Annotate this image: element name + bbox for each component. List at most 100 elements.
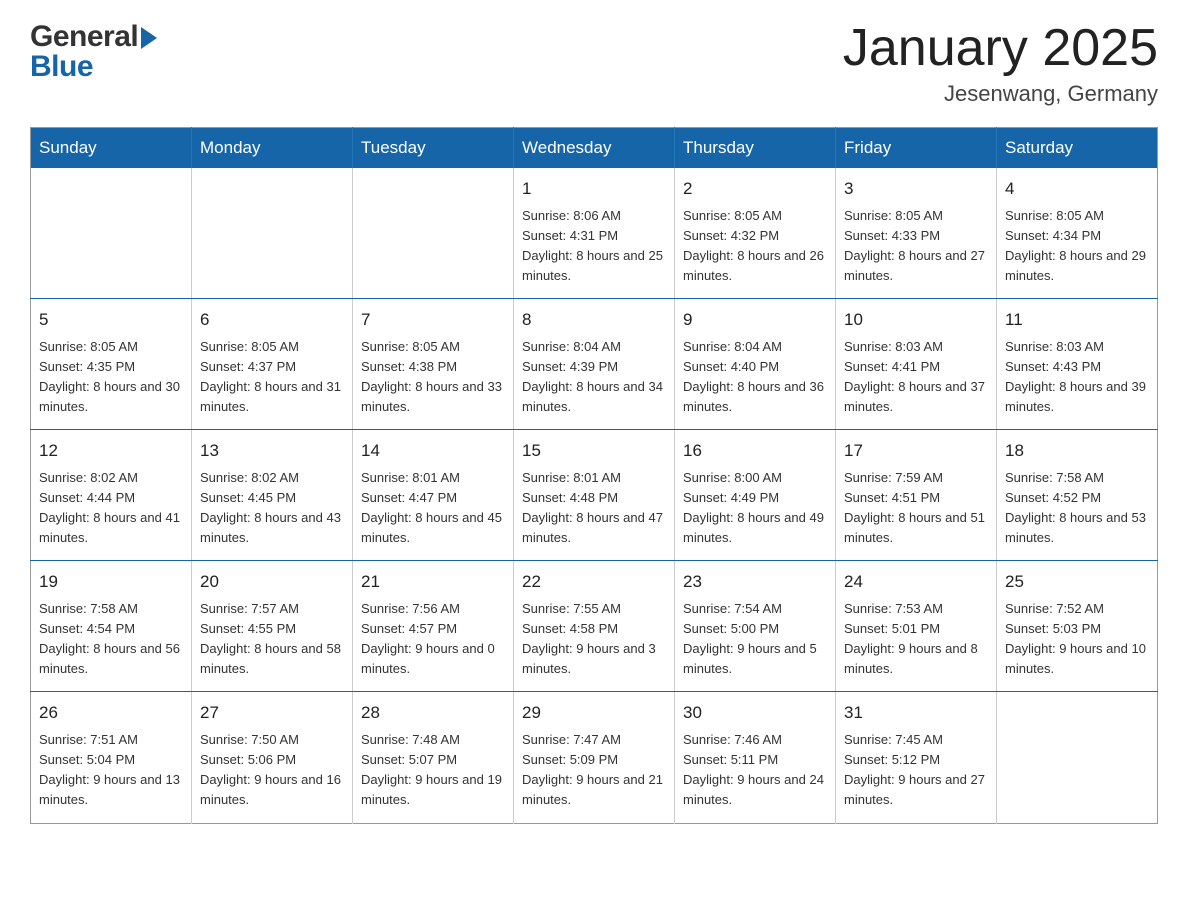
- day-number: 1: [522, 176, 666, 202]
- day-number: 14: [361, 438, 505, 464]
- calendar-week-row: 19 Sunrise: 7:58 AMSunset: 4:54 PMDayligh…: [31, 561, 1158, 692]
- day-info: Sunrise: 7:51 AMSunset: 5:04 PMDaylight:…: [39, 730, 183, 811]
- title-block: January 2025 Jesenwang, Germany: [843, 20, 1158, 107]
- calendar-cell: 14Sunrise: 8:01 AMSunset: 4:47 PMDayligh…: [353, 430, 514, 561]
- weekday-header-monday: Monday: [192, 128, 353, 169]
- weekday-header-friday: Friday: [836, 128, 997, 169]
- calendar-cell: [192, 168, 353, 299]
- logo-chevron-icon: [141, 27, 157, 49]
- day-info: Sunrise: 8:04 AMSunset: 4:39 PMDaylight:…: [522, 337, 666, 418]
- day-number: 2: [683, 176, 827, 202]
- day-number: 12: [39, 438, 183, 464]
- day-info: Sunrise: 8:05 AMSunset: 4:37 PMDaylight:…: [200, 337, 344, 418]
- calendar-cell: 8 Sunrise: 8:04 AMSunset: 4:39 PMDaylight…: [514, 299, 675, 430]
- calendar-cell: 24Sunrise: 7:53 AMSunset: 5:01 PMDayligh…: [836, 561, 997, 692]
- calendar-cell: 12 Sunrise: 8:02 AMSunset: 4:44 PMDayligh…: [31, 430, 192, 561]
- day-number: 29: [522, 700, 666, 726]
- logo-general-text: General: [30, 20, 138, 54]
- calendar-cell: 1 Sunrise: 8:06 AMSunset: 4:31 PMDaylight…: [514, 168, 675, 299]
- calendar-cell: [997, 692, 1158, 823]
- day-number: 15: [522, 438, 666, 464]
- day-info: Sunrise: 7:57 AMSunset: 4:55 PMDaylight:…: [200, 599, 344, 680]
- calendar-cell: 23Sunrise: 7:54 AMSunset: 5:00 PMDayligh…: [675, 561, 836, 692]
- calendar-week-row: 12 Sunrise: 8:02 AMSunset: 4:44 PMDayligh…: [31, 430, 1158, 561]
- day-number: 7: [361, 307, 505, 333]
- day-info: Sunrise: 7:46 AMSunset: 5:11 PMDaylight:…: [683, 730, 827, 811]
- calendar-cell: 11Sunrise: 8:03 AMSunset: 4:43 PMDayligh…: [997, 299, 1158, 430]
- day-number: 25: [1005, 569, 1149, 595]
- calendar-cell: 15 Sunrise: 8:01 AMSunset: 4:48 PMDayligh…: [514, 430, 675, 561]
- page-header: General Blue January 2025 Jesenwang, Ger…: [30, 20, 1158, 107]
- day-info: Sunrise: 7:47 AMSunset: 5:09 PMDaylight:…: [522, 730, 666, 811]
- day-info: Sunrise: 7:58 AMSunset: 4:52 PMDaylight:…: [1005, 468, 1149, 549]
- weekday-header-tuesday: Tuesday: [353, 128, 514, 169]
- day-number: 20: [200, 569, 344, 595]
- day-info: Sunrise: 8:06 AMSunset: 4:31 PMDaylight:…: [522, 206, 666, 287]
- day-number: 28: [361, 700, 505, 726]
- calendar-cell: 28Sunrise: 7:48 AMSunset: 5:07 PMDayligh…: [353, 692, 514, 823]
- day-info: Sunrise: 8:05 AMSunset: 4:33 PMDaylight:…: [844, 206, 988, 287]
- calendar-cell: 5 Sunrise: 8:05 AMSunset: 4:35 PMDaylight…: [31, 299, 192, 430]
- day-info: Sunrise: 8:02 AMSunset: 4:45 PMDaylight:…: [200, 468, 344, 549]
- calendar-cell: 16 Sunrise: 8:00 AMSunset: 4:49 PMDayligh…: [675, 430, 836, 561]
- calendar-cell: 6 Sunrise: 8:05 AMSunset: 4:37 PMDaylight…: [192, 299, 353, 430]
- day-info: Sunrise: 8:05 AMSunset: 4:34 PMDaylight:…: [1005, 206, 1149, 287]
- day-info: Sunrise: 8:03 AMSunset: 4:41 PMDaylight:…: [844, 337, 988, 418]
- day-info: Sunrise: 7:56 AMSunset: 4:57 PMDaylight:…: [361, 599, 505, 680]
- day-info: Sunrise: 7:50 AMSunset: 5:06 PMDaylight:…: [200, 730, 344, 811]
- day-info: Sunrise: 8:00 AMSunset: 4:49 PMDaylight:…: [683, 468, 827, 549]
- calendar-cell: [353, 168, 514, 299]
- logo: General Blue: [30, 20, 157, 84]
- day-number: 19: [39, 569, 183, 595]
- calendar-week-row: 1 Sunrise: 8:06 AMSunset: 4:31 PMDaylight…: [31, 168, 1158, 299]
- day-info: Sunrise: 8:05 AMSunset: 4:32 PMDaylight:…: [683, 206, 827, 287]
- day-number: 8: [522, 307, 666, 333]
- calendar-cell: 18Sunrise: 7:58 AMSunset: 4:52 PMDayligh…: [997, 430, 1158, 561]
- weekday-header-wednesday: Wednesday: [514, 128, 675, 169]
- day-number: 6: [200, 307, 344, 333]
- weekday-header-sunday: Sunday: [31, 128, 192, 169]
- day-info: Sunrise: 8:05 AMSunset: 4:35 PMDaylight:…: [39, 337, 183, 418]
- logo-blue-text: Blue: [30, 50, 157, 84]
- day-number: 9: [683, 307, 827, 333]
- month-title: January 2025: [843, 20, 1158, 77]
- day-number: 26: [39, 700, 183, 726]
- day-number: 16: [683, 438, 827, 464]
- day-info: Sunrise: 7:58 AMSunset: 4:54 PMDaylight:…: [39, 599, 183, 680]
- day-number: 10: [844, 307, 988, 333]
- day-number: 23: [683, 569, 827, 595]
- calendar-cell: 20 Sunrise: 7:57 AMSunset: 4:55 PMDayligh…: [192, 561, 353, 692]
- calendar-cell: 21Sunrise: 7:56 AMSunset: 4:57 PMDayligh…: [353, 561, 514, 692]
- weekday-header-saturday: Saturday: [997, 128, 1158, 169]
- calendar-cell: 25 Sunrise: 7:52 AMSunset: 5:03 PMDayligh…: [997, 561, 1158, 692]
- calendar-cell: 10 Sunrise: 8:03 AMSunset: 4:41 PMDayligh…: [836, 299, 997, 430]
- calendar-cell: 26 Sunrise: 7:51 AMSunset: 5:04 PMDayligh…: [31, 692, 192, 823]
- calendar-cell: [31, 168, 192, 299]
- calendar-cell: 9 Sunrise: 8:04 AMSunset: 4:40 PMDaylight…: [675, 299, 836, 430]
- calendar-week-row: 26 Sunrise: 7:51 AMSunset: 5:04 PMDayligh…: [31, 692, 1158, 823]
- day-number: 5: [39, 307, 183, 333]
- weekday-header-row: SundayMondayTuesdayWednesdayThursdayFrid…: [31, 128, 1158, 169]
- weekday-header-thursday: Thursday: [675, 128, 836, 169]
- day-info: Sunrise: 7:59 AMSunset: 4:51 PMDaylight:…: [844, 468, 988, 549]
- day-info: Sunrise: 7:45 AMSunset: 5:12 PMDaylight:…: [844, 730, 988, 811]
- calendar-cell: 22Sunrise: 7:55 AMSunset: 4:58 PMDayligh…: [514, 561, 675, 692]
- day-number: 27: [200, 700, 344, 726]
- calendar-cell: 7Sunrise: 8:05 AMSunset: 4:38 PMDaylight…: [353, 299, 514, 430]
- calendar-cell: 31Sunrise: 7:45 AMSunset: 5:12 PMDayligh…: [836, 692, 997, 823]
- day-number: 17: [844, 438, 988, 464]
- day-number: 13: [200, 438, 344, 464]
- calendar-cell: 27 Sunrise: 7:50 AMSunset: 5:06 PMDayligh…: [192, 692, 353, 823]
- calendar-cell: 13 Sunrise: 8:02 AMSunset: 4:45 PMDayligh…: [192, 430, 353, 561]
- day-info: Sunrise: 8:04 AMSunset: 4:40 PMDaylight:…: [683, 337, 827, 418]
- day-info: Sunrise: 8:01 AMSunset: 4:48 PMDaylight:…: [522, 468, 666, 549]
- day-info: Sunrise: 7:52 AMSunset: 5:03 PMDaylight:…: [1005, 599, 1149, 680]
- day-info: Sunrise: 7:53 AMSunset: 5:01 PMDaylight:…: [844, 599, 988, 680]
- calendar-week-row: 5 Sunrise: 8:05 AMSunset: 4:35 PMDaylight…: [31, 299, 1158, 430]
- day-info: Sunrise: 7:55 AMSunset: 4:58 PMDaylight:…: [522, 599, 666, 680]
- calendar-cell: 4Sunrise: 8:05 AMSunset: 4:34 PMDaylight…: [997, 168, 1158, 299]
- day-info: Sunrise: 8:02 AMSunset: 4:44 PMDaylight:…: [39, 468, 183, 549]
- calendar-cell: 17 Sunrise: 7:59 AMSunset: 4:51 PMDayligh…: [836, 430, 997, 561]
- calendar-cell: 29 Sunrise: 7:47 AMSunset: 5:09 PMDayligh…: [514, 692, 675, 823]
- day-number: 30: [683, 700, 827, 726]
